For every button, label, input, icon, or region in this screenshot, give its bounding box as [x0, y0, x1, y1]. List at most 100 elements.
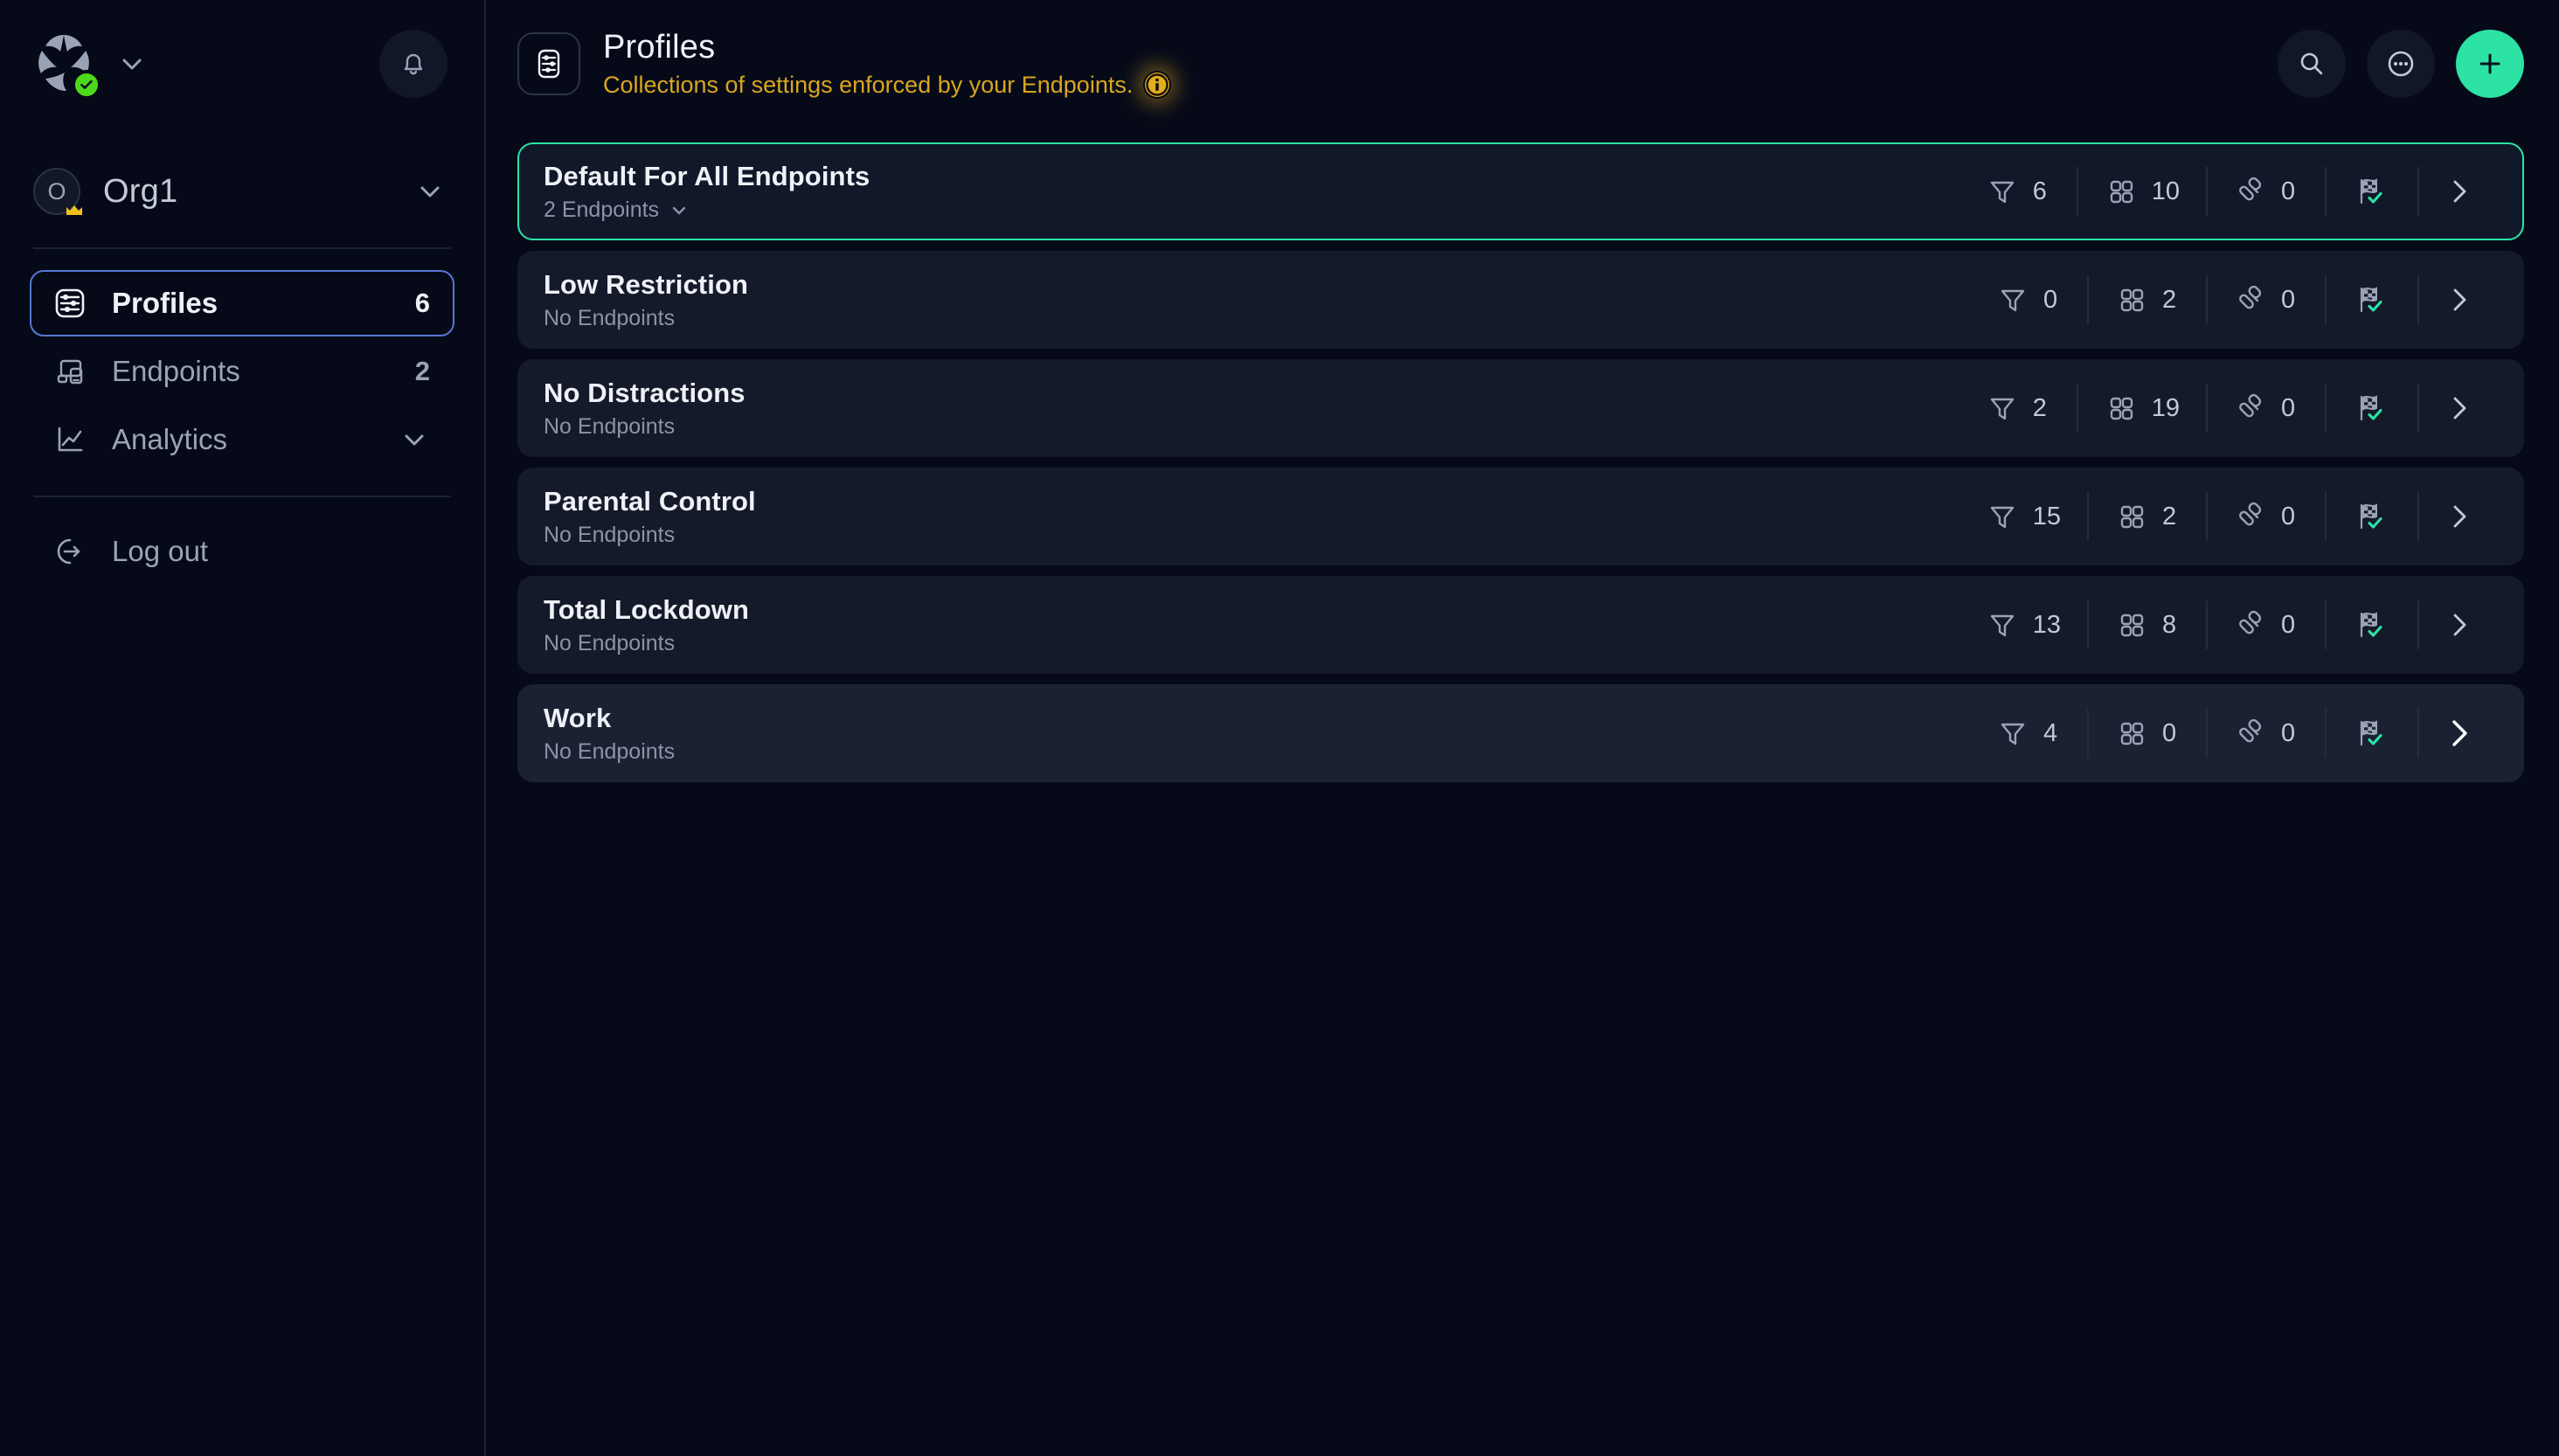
grid-icon	[2115, 283, 2148, 316]
open-profile-button[interactable]	[2419, 275, 2500, 324]
crown-icon	[65, 203, 84, 217]
stat-rules-value: 0	[2281, 177, 2296, 205]
table-row[interactable]: Total Lockdown No Endpoints 13 8 0	[517, 576, 2524, 674]
filter-icon	[1996, 283, 2029, 316]
stat-status[interactable]	[2327, 600, 2419, 649]
profile-endpoints-label: No Endpoints	[544, 306, 676, 331]
stat-status[interactable]	[2327, 492, 2419, 541]
open-profile-button[interactable]	[2419, 709, 2500, 758]
chevron-right-icon	[2442, 499, 2477, 534]
chevron-down-icon[interactable]	[399, 424, 430, 455]
stat-status[interactable]	[2327, 709, 2419, 758]
sidebar: O Org1 Profiles 6 Endpoints 2 Analytics …	[0, 0, 486, 1456]
profile-name: Default For All Endpoints	[544, 160, 870, 191]
org-avatar: O	[33, 168, 82, 215]
profile-info: Low Restriction No Endpoints	[544, 268, 1973, 331]
profile-stats: 2 19 0	[1963, 384, 2500, 433]
sidebar-item-label: Log out	[112, 535, 209, 567]
stat-rules[interactable]: 0	[2208, 600, 2327, 649]
table-row[interactable]: No Distractions No Endpoints 2 19 0	[517, 359, 2524, 457]
checkered-flag-check-icon	[2353, 282, 2391, 317]
stat-apps-value: 8	[2162, 610, 2177, 639]
plus-icon	[2472, 46, 2507, 81]
more-options-button[interactable]	[2367, 29, 2435, 98]
chevron-down-icon[interactable]	[668, 199, 690, 222]
org-name: Org1	[103, 172, 178, 210]
profile-info: Total Lockdown No Endpoints	[544, 593, 1963, 656]
stat-apps-value: 2	[2162, 502, 2177, 530]
stat-filters[interactable]: 13	[1963, 600, 2089, 649]
profile-name: No Distractions	[544, 377, 746, 408]
stat-filters[interactable]: 15	[1963, 492, 2089, 541]
stat-rules[interactable]: 0	[2208, 275, 2327, 324]
stat-apps[interactable]: 19	[2078, 384, 2208, 433]
filter-icon	[1986, 500, 2019, 533]
stat-apps[interactable]: 10	[2078, 167, 2208, 216]
stat-filters[interactable]: 6	[1963, 167, 2078, 216]
sliders-icon	[51, 284, 89, 322]
profile-endpoints-label: No Endpoints	[544, 631, 676, 656]
grid-icon	[2115, 608, 2148, 641]
stat-status[interactable]	[2327, 275, 2419, 324]
profile-endpoints: No Endpoints	[544, 306, 1973, 331]
table-row[interactable]: Parental Control No Endpoints 15 2 0	[517, 468, 2524, 565]
chevron-right-icon	[2442, 607, 2477, 642]
app-root: O Org1 Profiles 6 Endpoints 2 Analytics …	[0, 0, 2559, 1456]
page-header: Profiles Collections of settings enforce…	[486, 0, 2559, 127]
profile-stats: 0 2 0	[1973, 275, 2500, 324]
info-icon[interactable]	[1143, 71, 1171, 99]
profile-info: Default For All Endpoints 2 Endpoints	[544, 160, 1963, 223]
stat-rules[interactable]: 0	[2208, 167, 2327, 216]
sidebar-item-profiles[interactable]: Profiles 6	[30, 270, 454, 336]
grid-icon	[2115, 717, 2148, 750]
sidebar-header	[30, 0, 454, 127]
profile-endpoints[interactable]: 2 Endpoints	[544, 198, 1963, 223]
search-button[interactable]	[2278, 29, 2346, 98]
profile-endpoints: No Endpoints	[544, 523, 1963, 548]
add-profile-button[interactable]	[2456, 29, 2524, 98]
stat-rules[interactable]: 0	[2208, 492, 2327, 541]
more-horizontal-icon	[2383, 46, 2418, 81]
sidebar-item-logout[interactable]: Log out	[30, 518, 454, 585]
sidebar-item-count: 6	[414, 288, 430, 318]
open-profile-button[interactable]	[2419, 384, 2500, 433]
stat-filters-value: 0	[2043, 285, 2058, 314]
stat-filters[interactable]: 4	[1973, 709, 2089, 758]
sidebar-item-analytics[interactable]: Analytics	[30, 406, 454, 473]
page-title-block: Profiles Collections of settings enforce…	[603, 28, 2255, 100]
stat-rules[interactable]: 0	[2208, 384, 2327, 433]
profile-stats: 4 0 0	[1973, 709, 2500, 758]
stat-filters-value: 13	[2032, 610, 2061, 639]
stat-filters[interactable]: 0	[1973, 275, 2089, 324]
sidebar-item-endpoints[interactable]: Endpoints 2	[30, 338, 454, 405]
chevron-right-icon	[2442, 282, 2477, 317]
stat-apps[interactable]: 8	[2089, 600, 2208, 649]
notifications-button[interactable]	[379, 29, 447, 98]
sidebar-item-label: Analytics	[112, 423, 228, 455]
stat-apps[interactable]: 2	[2089, 492, 2208, 541]
sidebar-item-label: Profiles	[112, 287, 218, 319]
main-content: Profiles Collections of settings enforce…	[486, 0, 2559, 1456]
stat-apps[interactable]: 0	[2089, 709, 2208, 758]
profile-name: Total Lockdown	[544, 593, 750, 625]
app-logo-icon[interactable]	[30, 30, 101, 100]
org-switcher[interactable]: O Org1	[30, 151, 454, 232]
table-row[interactable]: Work No Endpoints 4 0 0	[517, 684, 2524, 782]
stat-status[interactable]	[2327, 167, 2419, 216]
profile-name: Work	[544, 702, 612, 733]
table-row[interactable]: Default For All Endpoints 2 Endpoints 6 …	[517, 142, 2524, 240]
stat-status[interactable]	[2327, 384, 2419, 433]
stat-apps-value: 19	[2151, 393, 2180, 422]
stat-apps[interactable]: 2	[2089, 275, 2208, 324]
chevron-down-icon[interactable]	[117, 49, 147, 79]
stat-filters[interactable]: 2	[1963, 384, 2078, 433]
table-row[interactable]: Low Restriction No Endpoints 0 2 0	[517, 251, 2524, 349]
stat-rules[interactable]: 0	[2208, 709, 2327, 758]
brand-area[interactable]	[30, 30, 147, 100]
open-profile-button[interactable]	[2419, 600, 2500, 649]
chevron-down-icon[interactable]	[414, 176, 446, 207]
open-profile-button[interactable]	[2419, 167, 2500, 216]
org-avatar-letter: O	[47, 177, 66, 205]
open-profile-button[interactable]	[2419, 492, 2500, 541]
profile-stats: 13 8 0	[1963, 600, 2500, 649]
